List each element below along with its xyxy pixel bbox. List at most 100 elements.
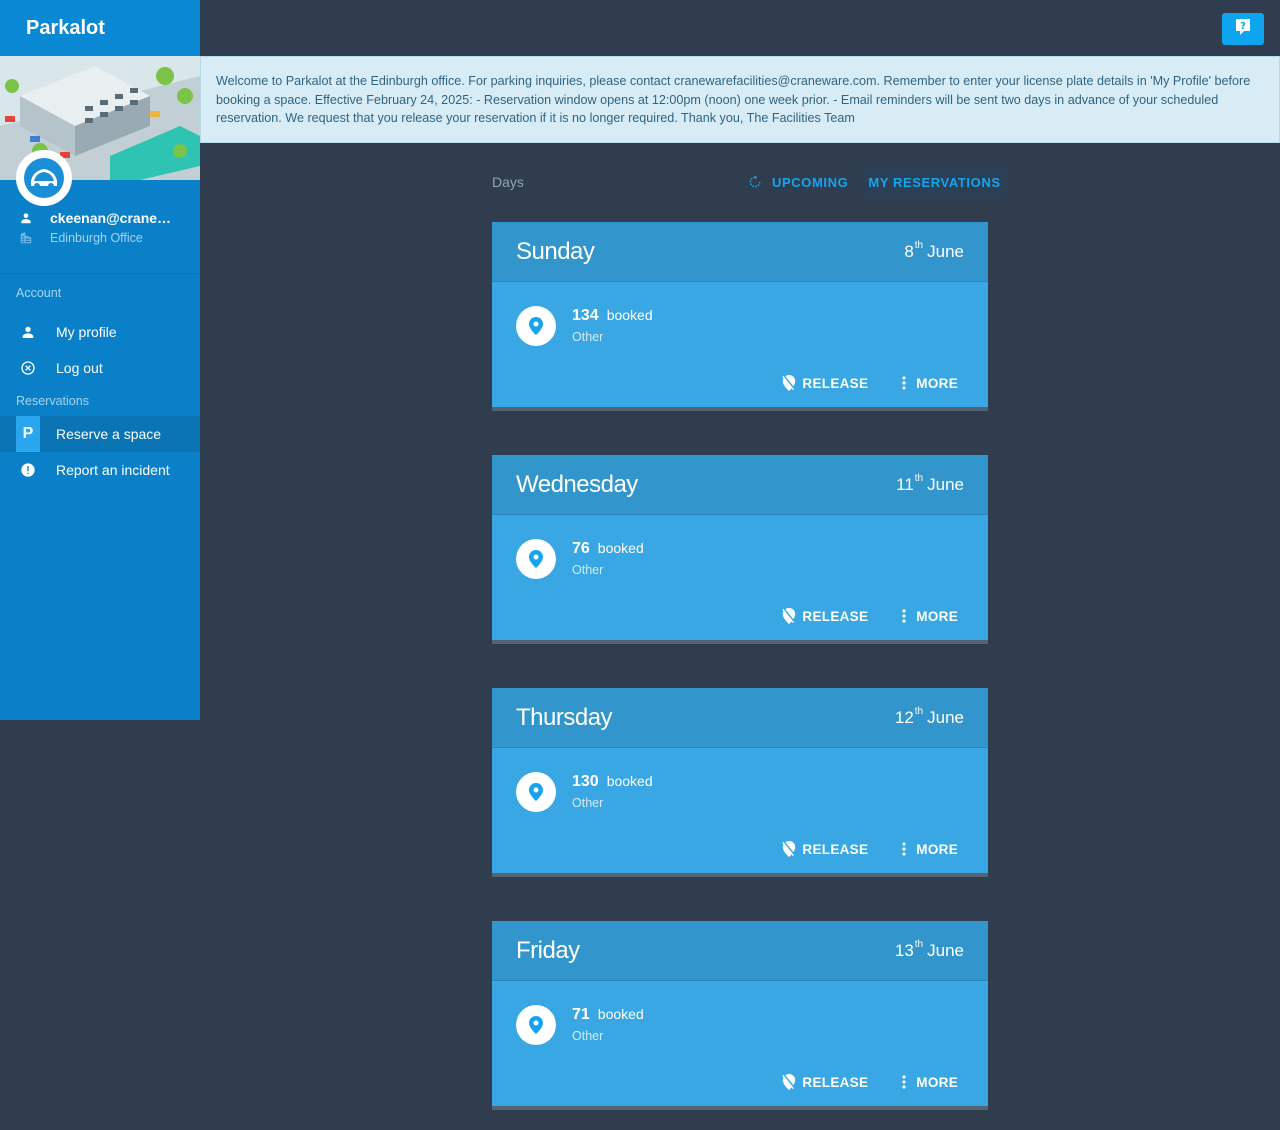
sidebar-item-label: Reserve a space (56, 426, 162, 442)
reservation-card: Friday 13thJune 71 booked Other RELEASE (492, 921, 988, 1110)
cancel-circle-icon (16, 356, 40, 380)
tab-my-reservations-label: MY RESERVATIONS (868, 174, 1001, 190)
release-button[interactable]: RELEASE (782, 841, 868, 857)
card-actions: RELEASE MORE (782, 841, 958, 857)
card-header: Thursday 12th June (492, 688, 988, 748)
card-date: 8th June (904, 239, 964, 261)
card-date: 12th June (894, 705, 964, 727)
release-label: RELEASE (802, 375, 869, 391)
more-button[interactable]: MORE (898, 841, 958, 857)
spot-info: 130 booked (572, 773, 653, 791)
tab-upcoming[interactable]: UPCOMING (742, 166, 854, 198)
more-label: MORE (916, 1074, 958, 1090)
spot-number: 130 (572, 773, 599, 790)
sidebar-item-label: Report an incident (56, 462, 170, 478)
more-label: MORE (916, 375, 958, 391)
spot-type: Other (572, 330, 604, 344)
spot-status: booked (606, 773, 653, 789)
view-tabs: UPCOMING MY RESERVATIONS (742, 166, 1007, 198)
card-header: Sunday 8th June (492, 222, 988, 282)
release-button[interactable]: RELEASE (782, 608, 868, 624)
release-label: RELEASE (802, 841, 869, 857)
card-body: 76 booked Other RELEASE MORE (492, 515, 988, 640)
location-off-icon (782, 841, 796, 857)
sidebar-item-label: Log out (56, 360, 103, 376)
location-pin-icon (516, 306, 556, 346)
card-date: 11th June (896, 472, 964, 494)
avatar[interactable] (16, 150, 72, 206)
section-account-label: Account (16, 286, 62, 300)
svg-text:?: ? (1240, 21, 1246, 32)
card-body: 71 booked Other RELEASE MORE (492, 981, 988, 1106)
user-office: Edinburgh Office (50, 231, 143, 245)
card-body: 130 booked Other RELEASE MORE (492, 748, 988, 873)
spot-type: Other (572, 796, 604, 810)
sidebar-item-log-out[interactable]: Log out (0, 350, 200, 386)
tab-my-reservations[interactable]: MY RESERVATIONS (862, 166, 1007, 198)
user-email: ckeenan@craneware.com (50, 210, 178, 226)
spot-type: Other (572, 563, 604, 577)
location-pin-icon (516, 539, 556, 579)
more-button[interactable]: MORE (898, 608, 958, 624)
sidebar-item-my-profile[interactable]: My profile (0, 314, 200, 350)
location-off-icon (782, 1074, 796, 1090)
location-off-icon (782, 375, 796, 391)
location-pin-icon (516, 1005, 556, 1045)
card-body: 134 booked Other RELEASE MORE (492, 282, 988, 407)
card-day-name: Friday (516, 936, 580, 964)
reservation-card: Wednesday 11th June 76 booked Other RELEA… (492, 455, 988, 644)
release-label: RELEASE (802, 608, 869, 624)
refresh-icon (748, 175, 762, 189)
more-vert-icon (898, 608, 910, 624)
location-pin-icon (516, 772, 556, 812)
welcome-banner: Welcome to Parkalot at the Edinburgh off… (200, 56, 1280, 143)
card-day-name: Wednesday (516, 470, 638, 498)
person-icon (16, 320, 40, 344)
tab-upcoming-label: UPCOMING (772, 174, 849, 190)
spot-info: 76 booked (572, 540, 644, 558)
alert-circle-icon (16, 458, 40, 482)
spot-number: 76 (572, 540, 590, 557)
more-label: MORE (916, 841, 958, 857)
release-button[interactable]: RELEASE (782, 1074, 868, 1090)
release-button[interactable]: RELEASE (782, 375, 868, 391)
spot-info: 134 booked (572, 307, 653, 325)
card-day-name: Thursday (516, 703, 613, 731)
building-icon (18, 230, 34, 246)
spot-type: Other (572, 1029, 604, 1043)
location-off-icon (782, 608, 796, 624)
sidebar-item-report-an-incident[interactable]: Report an incident (0, 452, 200, 488)
help-icon: ? (1235, 18, 1251, 41)
more-vert-icon (898, 1074, 910, 1090)
reservation-card: Thursday 12th June 130 booked Other RELEA… (492, 688, 988, 877)
spot-status: booked (606, 307, 653, 323)
days-label: Days (492, 174, 524, 190)
spot-number: 134 (572, 307, 599, 324)
spot-number: 71 (572, 1006, 590, 1023)
banner-text: Welcome to Parkalot at the Edinburgh off… (216, 74, 1251, 125)
sidebar-item-reserve-a-space[interactable]: P Reserve a space (0, 416, 200, 452)
card-date: 13th June (894, 938, 964, 960)
person-icon (18, 210, 34, 226)
card-actions: RELEASE MORE (782, 1074, 958, 1090)
more-button[interactable]: MORE (898, 375, 958, 391)
card-header: Friday 13th June (492, 921, 988, 981)
app-title[interactable]: Parkalot (0, 0, 200, 56)
card-day-name: Sunday (516, 237, 595, 265)
card-header: Wednesday 11th June (492, 455, 988, 515)
parking-icon: P (16, 416, 40, 452)
release-label: RELEASE (802, 1074, 869, 1090)
more-vert-icon (898, 841, 910, 857)
help-button[interactable]: ? (1222, 13, 1264, 45)
more-label: MORE (916, 608, 958, 624)
sidebar-item-label: My profile (56, 324, 117, 340)
spot-info: 71 booked (572, 1006, 644, 1024)
spot-status: booked (597, 1006, 644, 1022)
sidebar: Parkalot ckeenan@cranewa Edinburgh Offic… (0, 0, 200, 720)
card-actions: RELEASE MORE (782, 375, 958, 391)
card-actions: RELEASE MORE (782, 608, 958, 624)
more-button[interactable]: MORE (898, 1074, 958, 1090)
section-reservations-label: Reservations (16, 394, 89, 408)
reservation-card: Sunday 8thJune 134 booked Other RELEASE (492, 222, 988, 411)
more-vert-icon (898, 375, 910, 391)
